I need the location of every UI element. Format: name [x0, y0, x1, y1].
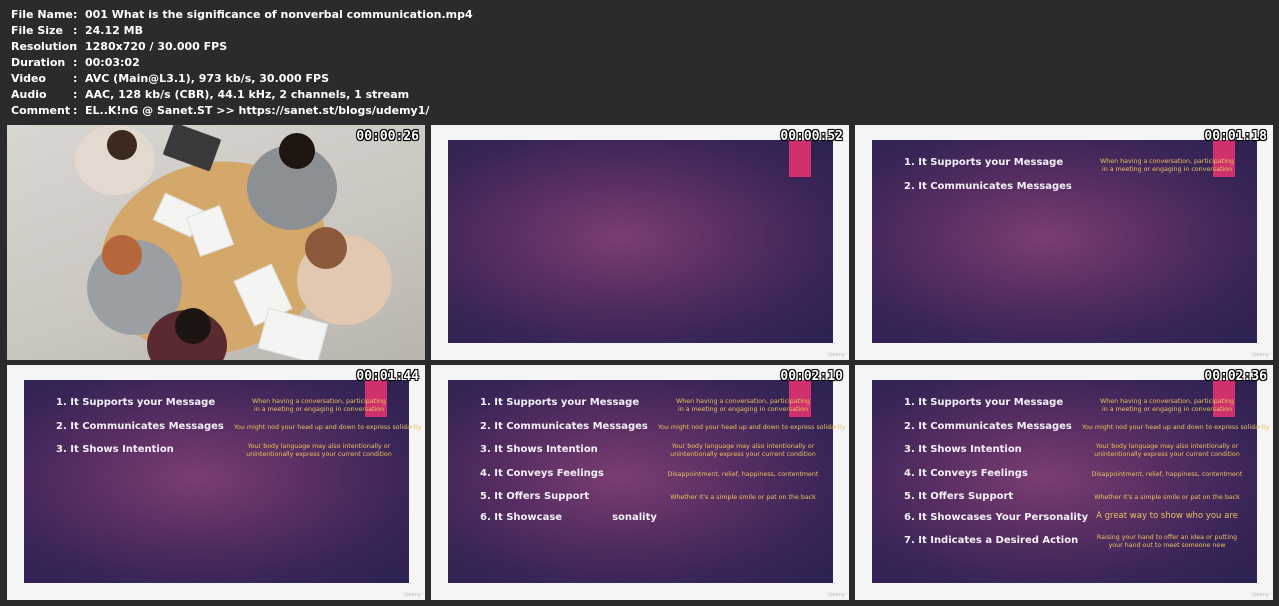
slide-note-1: When having a conversation, participatin… [1100, 398, 1234, 413]
slide-note-4: Disappointment, relief, happiness, conte… [667, 471, 819, 478]
slide-note-2: You might nod your head up and down to e… [658, 424, 846, 431]
thumbnail-6[interactable]: 1. It Supports your Message When having … [855, 365, 1273, 600]
meta-row-resolution: Resolution: 1280x720 / 30.000 FPS [11, 40, 228, 53]
slide-accent-tab [789, 140, 811, 177]
person-bottom-center-head [175, 308, 211, 344]
slide-note-5: Whether it's a simple smile or pat on th… [1094, 494, 1240, 501]
person-head [107, 130, 137, 160]
meta-row-duration: Duration:00:03:02 [11, 56, 140, 69]
slide-item-2: 2. It Communicates Messages [480, 421, 648, 432]
meta-row-comment: Comment: EL..K!nG @ Sanet.ST >> https://s… [11, 104, 430, 117]
thumbnail-1[interactable]: 00:00:26 [7, 125, 425, 360]
watermark: Udemy [1251, 352, 1269, 358]
slide-note-3: Your body language may also intentionall… [1094, 443, 1240, 458]
slide-item-2: 2. It Communicates Messages [56, 421, 224, 432]
thumbnail-3[interactable]: 1. It Supports your Message When having … [855, 125, 1273, 360]
meeting-photo [7, 125, 425, 360]
meta-row-file-name: File Name: 001 What is the significance o… [11, 8, 473, 21]
slide-item-4: 4. It Conveys Feelings [904, 468, 1028, 479]
watermark: Udemy [827, 352, 845, 358]
slide-note-3: Your body language may also intentionall… [670, 443, 816, 458]
slide-note-4: Disappointment, relief, happiness, conte… [1091, 471, 1243, 478]
watermark: Udemy [827, 592, 845, 598]
file-metadata: File Name: 001 What is the significance o… [11, 7, 473, 119]
slide-item-2: 2. It Communicates Messages [904, 181, 1072, 192]
slide-note-1: When having a conversation, participatin… [252, 398, 386, 413]
slide-note-2: You might nod your head up and down to e… [1082, 424, 1270, 431]
slide-note-7: Raising your hand to offer an idea or pu… [1096, 534, 1238, 549]
person-right-head [279, 133, 315, 169]
slide-item-5: 5. It Offers Support [480, 491, 590, 502]
timestamp: 00:02:36 [1204, 369, 1267, 384]
slide-note-5: Whether it's a simple smile or pat on th… [670, 494, 816, 501]
timestamp: 00:01:44 [356, 369, 419, 384]
slide-note-1: When having a conversation, participatin… [676, 398, 810, 413]
person-bottom-left-hair [102, 235, 142, 275]
slide-item-1: 1. It Supports your Message [904, 157, 1064, 168]
slide-note-1: When having a conversation, participatin… [1100, 158, 1234, 173]
slide-item-6: 6. It Showcases Your Personality [904, 512, 1089, 523]
timestamp: 00:02:10 [780, 369, 843, 384]
slide-item-2: 2. It Communicates Messages [904, 421, 1072, 432]
slide-item-3: 3. It Shows Intention [56, 444, 174, 455]
slide-item-1: 1. It Supports your Message [480, 397, 640, 408]
meta-row-file-size: File Size:24.12 MB [11, 24, 143, 37]
thumbnail-4[interactable]: 1. It Supports your Message When having … [7, 365, 425, 600]
thumbnail-2[interactable]: 00:00:52 Udemy [431, 125, 849, 360]
watermark: Udemy [1251, 592, 1269, 598]
slide-item-5: 5. It Offers Support [904, 491, 1014, 502]
thumbnail-5[interactable]: 1. It Supports your Message When having … [431, 365, 849, 600]
slide-note-2: You might nod your head up and down to e… [234, 424, 422, 431]
slide-note-3: Your body language may also intentionall… [246, 443, 392, 458]
timestamp: 00:01:18 [1204, 129, 1267, 144]
slide: 1. It Supports your Message When having … [872, 140, 1257, 343]
slide [448, 140, 833, 343]
slide: 1. It Supports your Message When having … [24, 380, 422, 583]
meta-row-audio: Audio: AAC, 128 kb/s (CBR), 44.1 kHz, 2 c… [11, 88, 410, 101]
meta-row-video: Video: AVC (Main@L3.1), 973 kb/s, 30.000 … [11, 72, 330, 85]
slide: 1. It Supports your Message When having … [448, 380, 846, 583]
timestamp: 00:00:52 [780, 129, 843, 144]
slide-item-6-partial: 6. It Showcase sonality [480, 512, 657, 523]
slide-item-4: 4. It Conveys Feelings [480, 468, 604, 479]
slide-item-7: 7. It Indicates a Desired Action [904, 535, 1079, 546]
slide-item-1: 1. It Supports your Message [56, 397, 216, 408]
slide-item-1: 1. It Supports your Message [904, 397, 1064, 408]
slide-note-6: A great way to show who you are [1096, 511, 1238, 521]
slide-item-3: 3. It Shows Intention [904, 444, 1022, 455]
slide: 1. It Supports your Message When having … [872, 380, 1270, 583]
slide-item-3: 3. It Shows Intention [480, 444, 598, 455]
person-bottom-right-hair [305, 227, 347, 269]
timestamp: 00:00:26 [356, 129, 419, 144]
watermark: Udemy [403, 592, 421, 598]
